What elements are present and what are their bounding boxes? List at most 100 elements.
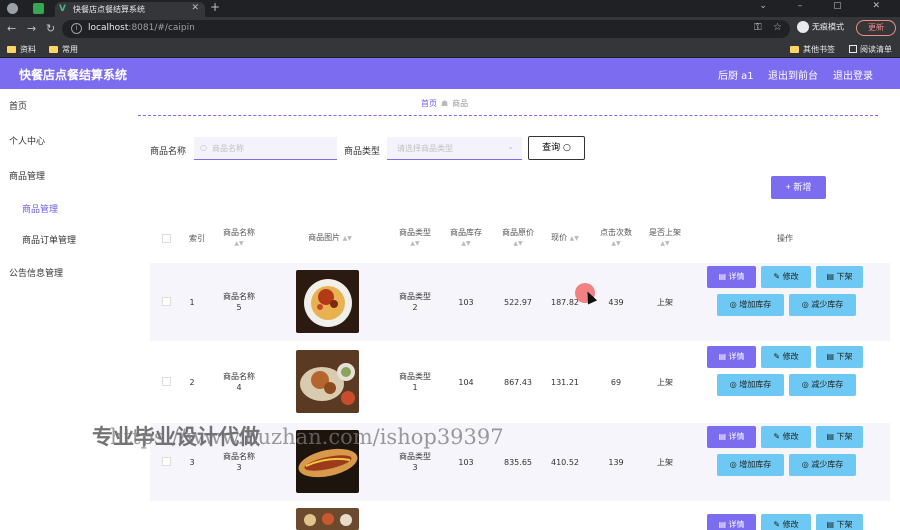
type-search-label: 商品类型	[344, 147, 381, 157]
detail-button[interactable]: ▤ 详情	[707, 266, 756, 288]
table-row: ▤ 详情 ✎ 修改 ▤ 下架	[150, 503, 890, 530]
main-content: 首页 ☗ 商品 商品名称 ○ 商品名称 商品类型 请选择商品类型 ⌄ 查询 ○ + …	[138, 89, 900, 530]
breadcrumb-separator-icon: ☗	[441, 99, 449, 108]
current-user: 后厨 a1	[718, 71, 754, 82]
header-index: 索引	[189, 233, 205, 243]
name-search-label: 商品名称	[150, 147, 187, 157]
logout-link[interactable]: 退出登录	[833, 67, 873, 82]
cell-index: 2	[189, 378, 195, 387]
header-image[interactable]: 商品图片 ▲▼	[290, 215, 370, 261]
header-stock[interactable]: 商品库存 ▲▼	[442, 215, 490, 261]
cell-name: 商品名称 4	[223, 372, 255, 392]
cell-stock: 103	[458, 298, 474, 307]
sort-icon: ▲▼	[611, 240, 621, 247]
cell-price: 410.52	[551, 458, 579, 467]
header-clicks[interactable]: 点击次数 ▲▼	[591, 215, 641, 261]
active-tab[interactable]: V 快餐店点餐结算系统 ✕	[55, 2, 205, 17]
cell-index: 1	[189, 298, 195, 307]
detail-button[interactable]: ▤ 详情	[707, 346, 756, 368]
header-name[interactable]: 商品名称 ▲▼	[210, 215, 268, 261]
offshelf-button[interactable]: ▤ 下架	[816, 514, 863, 530]
edit-button[interactable]: ✎ 修改	[761, 266, 811, 288]
offshelf-button[interactable]: ▤ 下架	[816, 266, 863, 288]
bookmark-folder-1[interactable]: 资料	[7, 44, 36, 55]
header-orig-price[interactable]: 商品原价 ▲▼	[493, 215, 543, 261]
sidebar-item-home[interactable]: 首页	[9, 99, 27, 112]
close-tab-icon[interactable]: ✕	[191, 3, 199, 13]
goods-image	[296, 270, 359, 333]
header-on-sale[interactable]: 是否上架 ▲▼	[641, 215, 689, 261]
url-field[interactable]: i localhost:8081/#/caipin ⚿ ☆	[62, 20, 790, 38]
name-search-input[interactable]: ○ 商品名称	[194, 137, 337, 160]
table-header: 索引 商品名称 ▲▼ 商品图片 ▲▼ 商品类型 ▲▼ 商品库存 ▲▼ 商品原价 ▲▼ 现…	[150, 215, 890, 261]
reduce-stock-button[interactable]: ◎ 减少库存	[789, 374, 856, 396]
github-icon[interactable]	[7, 3, 18, 14]
watermark: 专业毕业设计代做https://www.huzhan.com/ishop3939…	[92, 425, 504, 449]
add-stock-button[interactable]: ◎ 增加库存	[717, 294, 784, 316]
reduce-stock-button[interactable]: ◎ 减少库存	[789, 294, 856, 316]
edit-button[interactable]: ✎ 修改	[761, 426, 811, 448]
sidebar-subitem-orders[interactable]: 商品订单管理	[22, 233, 76, 246]
info-icon[interactable]: i	[71, 23, 82, 34]
query-button[interactable]: 查询 ○	[528, 136, 585, 160]
back-arrow-icon[interactable]: ←	[7, 22, 16, 35]
window-controls[interactable]: ⌄ – ▢ ✕	[759, 1, 894, 11]
bookmarks-bar: 资料 常用 其他书签 阅读清单	[0, 41, 900, 58]
reading-list[interactable]: 阅读清单	[849, 44, 892, 55]
header-type[interactable]: 商品类型 ▲▼	[390, 215, 440, 261]
sort-icon: ▲▼	[342, 235, 352, 242]
bookmark-folder-2[interactable]: 常用	[49, 44, 78, 55]
key-icon[interactable]: ⚿	[754, 22, 762, 33]
back-to-frontend-link[interactable]: 退出到前台	[768, 67, 818, 82]
sort-icon: ▲▼	[461, 240, 471, 247]
offshelf-button[interactable]: ▤ 下架	[816, 346, 863, 368]
cell-orig-price: 867.43	[504, 378, 532, 387]
chevron-down-icon: ⌄	[507, 142, 514, 151]
detail-button[interactable]: ▤ 详情	[707, 426, 756, 448]
other-bookmarks[interactable]: 其他书签	[790, 44, 835, 55]
star-icon[interactable]: ☆	[773, 22, 782, 33]
header-divider	[138, 115, 878, 116]
folder-icon	[7, 46, 16, 53]
header-price[interactable]: 现价 ▲▼	[544, 215, 586, 261]
offshelf-button[interactable]: ▤ 下架	[816, 426, 863, 448]
goods-image	[296, 350, 359, 413]
table-row: 1 商品名称 5 商品类型 2 103 522.97 187.82 439 上架 ▤…	[150, 263, 890, 341]
sort-icon: ▲▼	[660, 240, 670, 247]
cell-clicks: 439	[608, 298, 624, 307]
cell-orig-price: 522.97	[504, 298, 532, 307]
row-checkbox[interactable]	[162, 377, 171, 386]
breadcrumb: 首页 ☗ 商品	[421, 98, 468, 109]
tab-title: 快餐店点餐结算系统	[73, 5, 145, 14]
edit-button[interactable]: ✎ 修改	[761, 514, 811, 530]
reduce-stock-button[interactable]: ◎ 减少库存	[789, 454, 856, 476]
reload-icon[interactable]: ↻	[46, 22, 55, 35]
sidebar-item-personal[interactable]: 个人中心	[9, 134, 45, 147]
sidebar-subitem-goods[interactable]: 商品管理	[22, 202, 58, 215]
new-tab-icon[interactable]: +	[210, 0, 220, 14]
sidebar-item-goods-management[interactable]: 商品管理	[9, 169, 45, 182]
select-all-checkbox[interactable]	[162, 234, 171, 243]
sort-icon: ▲▼	[513, 240, 523, 247]
sidebar-item-notice-management[interactable]: 公告信息管理	[9, 266, 63, 279]
type-select[interactable]: 请选择商品类型 ⌄	[387, 137, 522, 160]
add-stock-button[interactable]: ◎ 增加库存	[717, 374, 784, 396]
app-tab-icon[interactable]	[33, 3, 44, 14]
add-button[interactable]: + 新增	[771, 176, 826, 199]
row-checkbox[interactable]	[162, 297, 171, 306]
detail-button[interactable]: ▤ 详情	[707, 514, 756, 530]
incognito-indicator[interactable]: 无痕模式	[797, 21, 844, 33]
vue-logo-icon: V	[59, 4, 66, 14]
forward-arrow-icon[interactable]: →	[27, 22, 36, 35]
update-button[interactable]: 更新	[856, 20, 896, 36]
cell-stock: 103	[458, 458, 474, 467]
search-icon: ○	[200, 143, 207, 152]
cell-clicks: 69	[610, 378, 622, 387]
sort-icon: ▲▼	[234, 240, 244, 247]
breadcrumb-home[interactable]: 首页	[421, 99, 437, 108]
search-icon: ○	[563, 143, 571, 153]
folder-icon	[49, 46, 58, 53]
edit-button[interactable]: ✎ 修改	[761, 346, 811, 368]
row-checkbox[interactable]	[162, 457, 171, 466]
add-stock-button[interactable]: ◎ 增加库存	[717, 454, 784, 476]
